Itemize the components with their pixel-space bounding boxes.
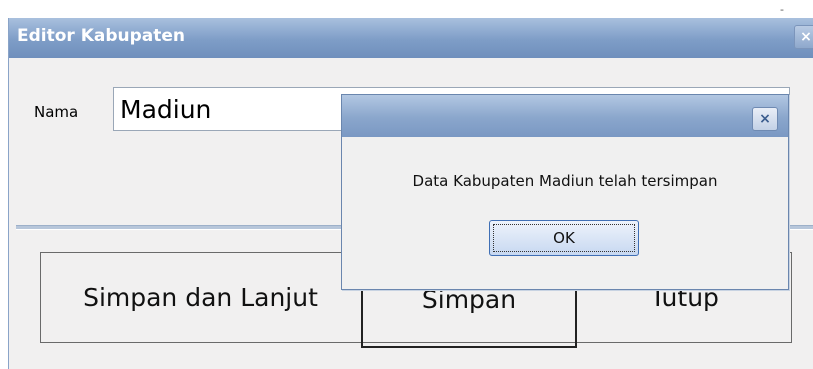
window-titlebar: Editor Kabupaten × — [9, 18, 813, 58]
dialog-message: Data Kabupaten Madiun telah tersimpan — [412, 172, 718, 190]
close-icon: × — [800, 29, 812, 45]
save-and-continue-button[interactable]: Simpan dan Lanjut — [40, 252, 361, 343]
window-title: Editor Kabupaten — [17, 26, 186, 46]
corner-mark: - — [780, 3, 784, 16]
ok-button[interactable]: OK — [489, 220, 639, 256]
close-icon: × — [759, 111, 771, 127]
dialog-close-button[interactable]: × — [752, 107, 778, 131]
focus-rectangle — [493, 224, 635, 252]
name-label: Nama — [34, 103, 79, 121]
dialog-titlebar: × — [342, 95, 788, 137]
window-close-button[interactable]: × — [794, 25, 813, 49]
message-dialog: × Data Kabupaten Madiun telah tersimpan … — [341, 94, 789, 290]
